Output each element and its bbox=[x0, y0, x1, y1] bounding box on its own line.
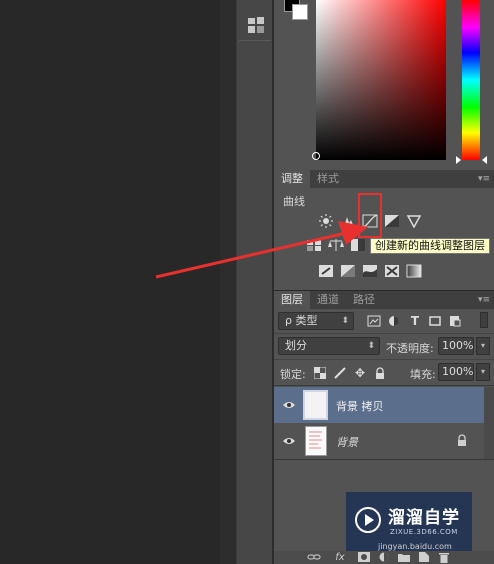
layer-row-background[interactable]: 背景 bbox=[274, 423, 484, 459]
opacity-dropdown-arrow-icon[interactable]: ▾ bbox=[476, 337, 490, 355]
filter-shape-icon[interactable] bbox=[427, 314, 443, 328]
tab-channels[interactable]: 通道 bbox=[310, 291, 346, 309]
watermark-brand: 溜溜自学 bbox=[388, 508, 460, 528]
layers-panel-menu-icon[interactable]: ▾≡ bbox=[478, 295, 490, 305]
visibility-eye-icon[interactable] bbox=[282, 399, 296, 411]
filter-kind-value: ρ 类型 bbox=[285, 314, 318, 327]
fill-dropdown-arrow-icon[interactable]: ▾ bbox=[476, 363, 490, 381]
visibility-eye-icon[interactable] bbox=[282, 435, 296, 447]
layer-row-background-copy[interactable]: 背景 拷贝 bbox=[274, 387, 484, 423]
tab-adjustments[interactable]: 调整 bbox=[274, 170, 310, 188]
color-picker-cursor[interactable] bbox=[312, 152, 320, 160]
layer-name[interactable]: 背景 bbox=[336, 434, 358, 450]
adjustments-tabbar: 调整 样式 ▾≡ bbox=[274, 170, 494, 188]
watermark-url: ZIXUE.3D66.COM bbox=[390, 528, 458, 536]
background-color-swatch[interactable] bbox=[292, 4, 308, 20]
lock-label: 锁定: bbox=[280, 368, 306, 381]
adjustment-hover-label: 曲线 bbox=[283, 195, 305, 208]
filter-pixel-icon[interactable] bbox=[366, 314, 382, 328]
layers-tabbar: 图层 通道 路径 ▾≡ bbox=[274, 291, 494, 309]
layer-style-fx-icon[interactable]: fx bbox=[332, 551, 348, 563]
lock-transparent-icon[interactable] bbox=[312, 366, 328, 380]
filter-adjustment-icon[interactable] bbox=[386, 314, 402, 328]
hue-slider[interactable] bbox=[462, 0, 480, 160]
panel-menu-icon[interactable]: ▾≡ bbox=[478, 174, 490, 184]
layer-thumbnail bbox=[305, 426, 327, 456]
new-adjustment-layer-icon[interactable] bbox=[376, 551, 392, 563]
lock-image-brush-icon[interactable] bbox=[332, 366, 348, 380]
annotation-arrow-icon bbox=[155, 221, 368, 279]
filter-type-icon[interactable]: T bbox=[407, 314, 423, 328]
blend-mode-value: 划分 bbox=[285, 339, 307, 352]
color-field[interactable] bbox=[312, 0, 446, 160]
new-group-folder-icon[interactable] bbox=[396, 551, 412, 563]
watermark-url-secondary: jingyan.baidu.com bbox=[378, 542, 452, 551]
delete-layer-trash-icon[interactable] bbox=[436, 551, 452, 563]
layer-thumbnail bbox=[303, 390, 328, 420]
filter-toggle-switch[interactable] bbox=[480, 312, 488, 328]
gradient-map-icon[interactable] bbox=[406, 264, 422, 278]
color-panel bbox=[274, 0, 494, 170]
select-arrows-icon: ⬍ bbox=[341, 316, 349, 326]
layers-panel: ρ 类型 ⬍ T 划分 ⬍ 不透明度: 100% ▾ 锁定: ✥ 填充: 100… bbox=[274, 309, 494, 564]
layers-bottom-toolbar: fx bbox=[274, 551, 494, 564]
layer-filter-kind-select[interactable]: ρ 类型 ⬍ bbox=[278, 312, 354, 330]
panel-dock-icon[interactable] bbox=[245, 14, 267, 36]
opacity-label: 不透明度: bbox=[386, 342, 434, 355]
blend-mode-select[interactable]: 划分 ⬍ bbox=[278, 337, 380, 355]
opacity-input[interactable]: 100% bbox=[438, 337, 474, 355]
lock-all-icon[interactable] bbox=[372, 366, 388, 380]
link-layers-icon[interactable] bbox=[306, 551, 322, 563]
lock-position-move-icon[interactable]: ✥ bbox=[352, 366, 368, 380]
tab-styles[interactable]: 样式 bbox=[310, 170, 346, 188]
watermark-logo-icon bbox=[354, 506, 382, 534]
selective-color-icon[interactable] bbox=[384, 264, 400, 278]
hue-slider-left-handle[interactable] bbox=[456, 156, 461, 164]
tab-paths[interactable]: 路径 bbox=[346, 291, 382, 309]
new-layer-icon[interactable] bbox=[416, 551, 432, 563]
filter-smart-object-icon[interactable] bbox=[447, 314, 463, 328]
layer-name[interactable]: 背景 拷贝 bbox=[336, 398, 384, 414]
select-arrows-icon: ⬍ bbox=[367, 341, 375, 351]
fill-label: 填充: bbox=[410, 368, 436, 381]
layer-locked-icon bbox=[456, 434, 468, 446]
fill-input[interactable]: 100% bbox=[438, 363, 474, 381]
exposure-icon[interactable] bbox=[384, 214, 400, 228]
tab-layers[interactable]: 图层 bbox=[274, 291, 310, 309]
add-mask-icon[interactable] bbox=[356, 551, 372, 563]
tooltip: 创建新的曲线调整图层 bbox=[370, 238, 490, 254]
vibrance-icon[interactable] bbox=[406, 214, 422, 228]
layers-scrollbar[interactable] bbox=[484, 387, 494, 459]
hue-slider-right-handle[interactable] bbox=[482, 156, 487, 164]
